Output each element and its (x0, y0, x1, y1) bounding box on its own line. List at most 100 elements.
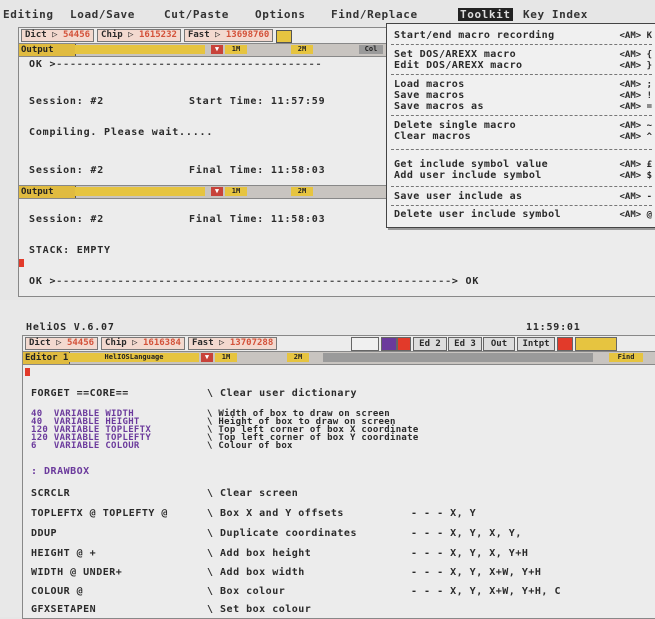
editor-screen: HeliOS V.6.07 11:59:01 Dict ▷ 54456 Chip… (0, 300, 655, 619)
ed3-button[interactable]: Ed 3 (448, 337, 482, 351)
editor-2m-chip[interactable]: 2M (287, 353, 309, 362)
editor-fast-label: Fast (191, 338, 214, 348)
menu-key-index[interactable]: Key Index (523, 8, 588, 21)
output-2m-chip[interactable]: 2M (291, 45, 313, 54)
editor-cursor (25, 368, 30, 376)
menu-item-edit-dos-arexx[interactable]: Edit DOS/AREXX macro (394, 60, 522, 71)
ok-prompt-end: > OK (451, 276, 480, 287)
editor-1m-chip[interactable]: 1M (215, 353, 237, 362)
ok-prompt-line-2: OK >------------------------------------… (29, 276, 479, 287)
final-time-line-2: Final Time: 11:58:03 (189, 214, 326, 225)
menu-item-clear-macros[interactable]: Clear macros (394, 131, 471, 142)
stack-colour: - - - X, Y, X+W, Y+H, C (411, 586, 561, 597)
comment-colour: \ Box colour (207, 586, 286, 597)
editor-panel: Dict ▷ 54456 Chip ▷ 1616384 Fast ▷ 13707… (22, 335, 655, 619)
menu-item-delete-single-macro[interactable]: Delete single macro (394, 120, 516, 131)
dict-label: Dict (25, 30, 47, 40)
menu-item-add-user-include[interactable]: Add user include symbol (394, 170, 542, 181)
comment-scrclr: \ Clear screen (207, 488, 299, 499)
menu-item-start-end-macro[interactable]: Start/end macro recording (394, 30, 555, 41)
output-1m-chip-2[interactable]: 1M (225, 187, 247, 196)
comment-ddup: \ Duplicate coordinates (207, 528, 357, 539)
menu-separator (391, 115, 652, 116)
menu-separator (391, 205, 652, 206)
editor-status-chip[interactable] (575, 337, 617, 351)
find-button[interactable]: Find (609, 353, 643, 362)
editor-clock: 11:59:01 (526, 322, 581, 333)
stack-height: - - - X, Y, X, Y+H (411, 548, 529, 559)
intpt-button[interactable]: Intpt (517, 337, 555, 351)
menu-separator (391, 186, 652, 187)
window-gadget-icon[interactable] (351, 337, 379, 351)
output-label-2: Output (19, 186, 76, 198)
fast-value: 13698760 (225, 30, 270, 40)
comment-height: \ Add box height (207, 548, 312, 559)
editor-memory-row: Dict ▷ 54456 Chip ▷ 1616384 Fast ▷ 13707… (25, 337, 278, 350)
shortcut-delete-single-macro: <AM> ~ (619, 121, 652, 131)
comment-topleft: \ Box X and Y offsets (207, 508, 344, 519)
shortcut-save-macros: <AM> ! (619, 91, 652, 101)
code-topleft: TOPLEFTX @ TOPLEFTY @ (31, 508, 168, 519)
comment-width: \ Add box width (207, 567, 305, 578)
output-2m-chip-2[interactable]: 2M (291, 187, 313, 196)
menu-item-delete-user-include[interactable]: Delete user include symbol (394, 209, 561, 220)
fast-label: Fast (187, 30, 210, 40)
stack-topleft: - - - X, Y (411, 508, 477, 519)
shortcut-get-include-symbol: <AM> £ (619, 160, 652, 170)
shortcut-load-macros: <AM> ; (619, 80, 652, 90)
editor-chip-label: Chip (105, 338, 127, 348)
dict-value: 54456 (62, 30, 91, 40)
output-gauge (75, 45, 205, 54)
output-down-arrow-icon-2[interactable]: ▼ (211, 187, 223, 196)
output-1m-chip[interactable]: 1M (225, 45, 247, 54)
editor-chip-box: Chip ▷ 1616384 (101, 337, 185, 350)
menu-item-save-macros[interactable]: Save macros (394, 90, 465, 101)
col-chip[interactable]: Col (359, 45, 383, 54)
editor-file-label: HelIOSLanguage (69, 353, 199, 362)
menu-item-get-include-symbol[interactable]: Get include symbol value (394, 159, 548, 170)
prompt-dash-rule-2: ----------------------------------------… (56, 276, 452, 287)
menu-editing[interactable]: Editing (3, 8, 54, 21)
comment-forget: \ Clear user dictionary (207, 388, 357, 399)
editor-tab-label[interactable]: Editor 1 (23, 352, 70, 364)
shortcut-set-dos-arexx: <AM> { (619, 50, 652, 60)
output-down-arrow-icon[interactable]: ▼ (211, 45, 223, 54)
menu-find-replace[interactable]: Find/Replace (331, 8, 418, 21)
menu-item-set-dos-arexx[interactable]: Set DOS/AREXX macro (394, 49, 516, 60)
menu-item-load-macros[interactable]: Load macros (394, 79, 465, 90)
menu-cut-paste[interactable]: Cut/Paste (164, 8, 229, 21)
chip-value: 1615232 (139, 30, 177, 40)
window-gadget[interactable] (276, 30, 293, 43)
ok-prompt-2: OK > (29, 276, 57, 287)
menu-load-save[interactable]: Load/Save (70, 8, 135, 21)
menu-item-save-macros-as[interactable]: Save macros as (394, 101, 484, 112)
menu-separator (391, 149, 652, 150)
menu-item-save-user-include-as[interactable]: Save user include as (394, 191, 522, 202)
start-time-line: Start Time: 11:57:59 (189, 96, 326, 107)
ed2-button[interactable]: Ed 2 (413, 337, 447, 351)
code-drawbox: : DRAWBOX (31, 466, 90, 477)
out-button[interactable]: Out (483, 337, 515, 351)
final-time-line-1: Final Time: 11:58:03 (189, 165, 326, 176)
ok-prompt: OK > (29, 59, 57, 70)
menu-separator (391, 44, 652, 45)
menu-toolkit[interactable]: Toolkit (458, 8, 513, 21)
session-line-3: Session: #2 (29, 214, 105, 225)
editor-chip-value: 1616384 (143, 338, 181, 348)
editor-dict-box: Dict ▷ 54456 (25, 337, 99, 350)
code-height: HEIGHT @ + (31, 548, 97, 559)
editor-color-chip[interactable] (381, 337, 397, 351)
editor-red-chip[interactable] (397, 337, 411, 351)
editor-dict-label: Dict (29, 338, 51, 348)
editor-down-arrow-icon[interactable]: ▼ (201, 353, 213, 362)
compiling-line: Compiling. Please wait..... (29, 127, 214, 138)
code-colour: COLOUR @ (31, 586, 84, 597)
editor-scroll-track[interactable] (323, 353, 593, 362)
code-forget: FORGET ==CORE== (31, 388, 129, 399)
intpt-indicator (557, 337, 573, 351)
dict-memory-box: Dict ▷ 54456 (21, 29, 95, 42)
stack-width: - - - X, Y, X+W, Y+H (411, 567, 542, 578)
output-label: Output (19, 44, 76, 56)
menu-options[interactable]: Options (255, 8, 306, 21)
stack-status-line: STACK: EMPTY (29, 245, 111, 256)
